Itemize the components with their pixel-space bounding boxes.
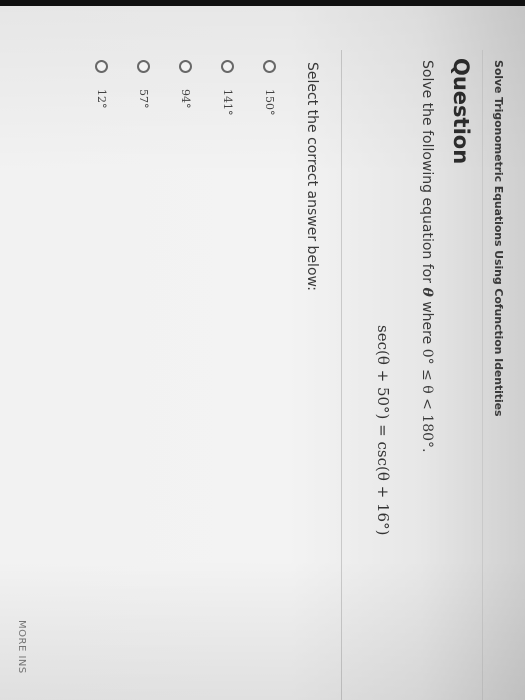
topic-title: Solve Trigonometric Equations Using Cofu… bbox=[492, 60, 505, 417]
answer-option-1[interactable]: 150° bbox=[258, 60, 282, 116]
question-page: Solve Trigonometric Equations Using Cofu… bbox=[0, 0, 525, 700]
rotated-page-wrapper: Solve Trigonometric Equations Using Cofu… bbox=[0, 0, 525, 700]
radio-button[interactable] bbox=[95, 60, 109, 73]
question-equation: sec(θ + 50°) = csc(θ + 16°) bbox=[374, 325, 392, 536]
answer-option-4[interactable]: 57° bbox=[132, 60, 156, 109]
option-label: 94° bbox=[179, 89, 193, 109]
answer-option-3[interactable]: 94° bbox=[174, 60, 198, 109]
radio-button[interactable] bbox=[263, 60, 277, 73]
question-text: Solve the following equation for θ where… bbox=[419, 60, 435, 452]
answer-option-5[interactable]: 12° bbox=[90, 60, 114, 109]
question-text-where: where bbox=[419, 296, 435, 349]
radio-button[interactable] bbox=[221, 60, 235, 73]
option-label: 150° bbox=[263, 89, 277, 116]
more-instructions-link[interactable]: MORE INS bbox=[16, 620, 27, 674]
option-label: 57° bbox=[137, 89, 151, 109]
option-label: 141° bbox=[221, 89, 235, 116]
question-variable: θ bbox=[419, 287, 435, 297]
question-range: 0° ≤ θ < 180°. bbox=[419, 348, 435, 453]
radio-button[interactable] bbox=[137, 60, 151, 73]
radio-button[interactable] bbox=[179, 60, 193, 73]
divider bbox=[482, 50, 483, 700]
question-heading: Question bbox=[449, 58, 473, 165]
option-label: 12° bbox=[95, 89, 109, 109]
screen: Solve Trigonometric Equations Using Cofu… bbox=[0, 0, 525, 700]
question-text-intro: Solve the following equation for bbox=[419, 60, 435, 288]
answer-prompt: Select the correct answer below: bbox=[304, 62, 320, 291]
divider bbox=[341, 50, 342, 700]
answer-option-2[interactable]: 141° bbox=[216, 60, 240, 116]
